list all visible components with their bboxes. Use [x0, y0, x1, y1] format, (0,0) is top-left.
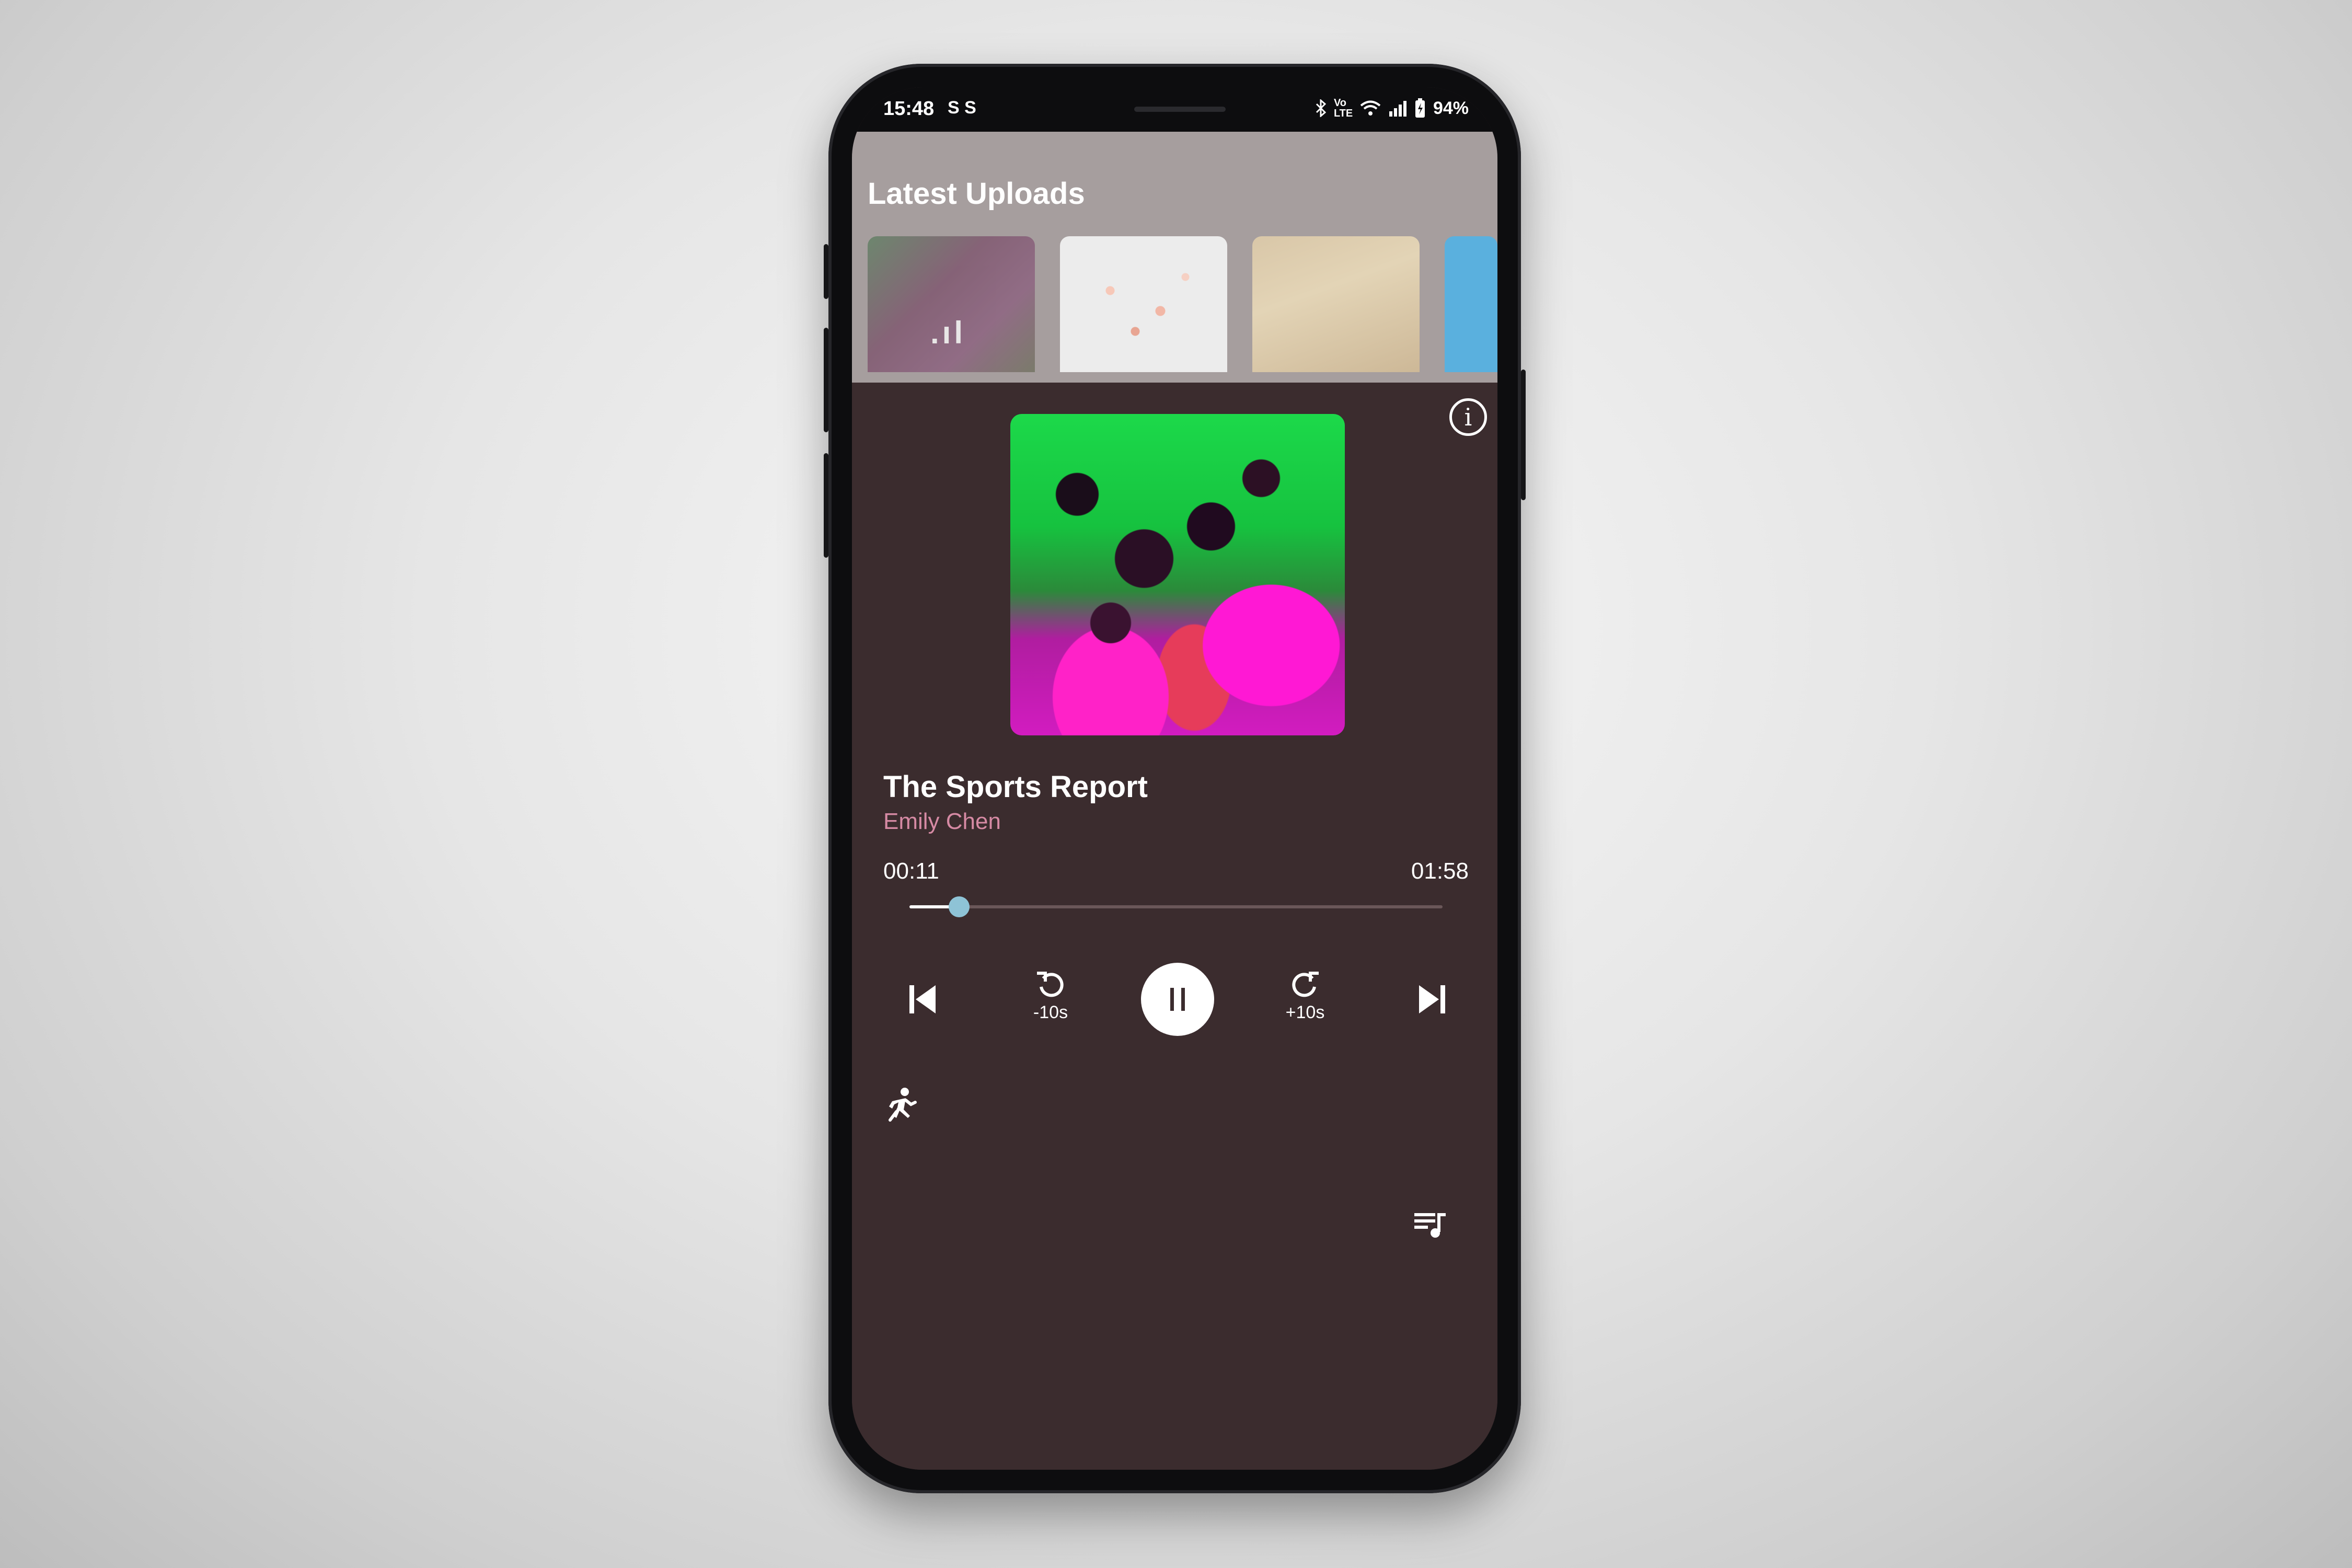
- screen: 15:48 S S Vo LTE 94% Latest Uploads .ıl …: [852, 87, 1497, 1470]
- rewind-label: -10s: [1033, 1002, 1068, 1022]
- phone-volume-up: [824, 328, 828, 432]
- now-playing-sheet: i The Sports Report Emily Chen 00:11 01:…: [852, 383, 1497, 1470]
- queue-button[interactable]: [1411, 1206, 1449, 1243]
- phone-side-button: [824, 244, 828, 299]
- info-icon[interactable]: i: [1449, 398, 1487, 436]
- total-duration: 01:58: [1411, 858, 1469, 884]
- track-artist[interactable]: Emily Chen: [883, 809, 1001, 835]
- forward-label: +10s: [1285, 1002, 1325, 1022]
- pause-icon: [1170, 988, 1185, 1011]
- elapsed-time: 00:11: [883, 858, 939, 884]
- now-playing-equalizer-icon: .ıl: [930, 315, 966, 350]
- status-bar: 15:48 S S Vo LTE 94%: [852, 87, 1497, 132]
- marble-art-thumbnail[interactable]: .ıl: [868, 236, 1035, 372]
- network-type-label: Vo LTE: [1333, 97, 1353, 119]
- status-time: 15:48: [883, 98, 935, 120]
- playback-speed-button[interactable]: [881, 1086, 923, 1127]
- wifi-icon: [1360, 100, 1381, 116]
- next-button[interactable]: [1414, 981, 1450, 1018]
- previous-button[interactable]: [904, 981, 941, 1018]
- phone-frame: 15:48 S S Vo LTE 94% Latest Uploads .ıl …: [824, 64, 1526, 1493]
- notification-icons: S S: [948, 98, 976, 118]
- earpiece-speaker: [1134, 107, 1226, 112]
- bluetooth-icon: [1316, 99, 1327, 117]
- status-right-cluster: Vo LTE 94%: [1315, 98, 1469, 119]
- replay-10-icon: [1037, 972, 1064, 997]
- seek-bar-thumb[interactable]: [948, 896, 970, 917]
- queue-music-icon: [1414, 1213, 1446, 1238]
- forward-10-button[interactable]: +10s: [1276, 968, 1334, 1031]
- battery-icon: [1415, 98, 1425, 118]
- section-title: Latest Uploads: [868, 177, 1085, 211]
- rewind-10-button[interactable]: -10s: [1022, 968, 1079, 1031]
- phone-power-button: [1521, 370, 1526, 500]
- skip-previous-icon: [909, 985, 936, 1013]
- pills-thumbnail[interactable]: [1060, 236, 1227, 372]
- phone-volume-down: [824, 453, 828, 558]
- battery-percent: 94%: [1433, 98, 1469, 118]
- skip-next-icon: [1419, 985, 1445, 1013]
- desk-items-thumbnail[interactable]: [1252, 236, 1420, 372]
- track-title: The Sports Report: [883, 770, 1148, 804]
- album-artwork: [1010, 414, 1345, 735]
- seek-bar[interactable]: [909, 896, 1443, 917]
- pause-button[interactable]: [1141, 963, 1214, 1036]
- blue-partial-thumbnail[interactable]: [1445, 236, 1497, 372]
- running-person-icon: [889, 1088, 917, 1122]
- signal-icon: [1389, 101, 1406, 117]
- home-background: Latest Uploads .ıl: [852, 132, 1497, 383]
- forward-10-icon: [1292, 972, 1319, 997]
